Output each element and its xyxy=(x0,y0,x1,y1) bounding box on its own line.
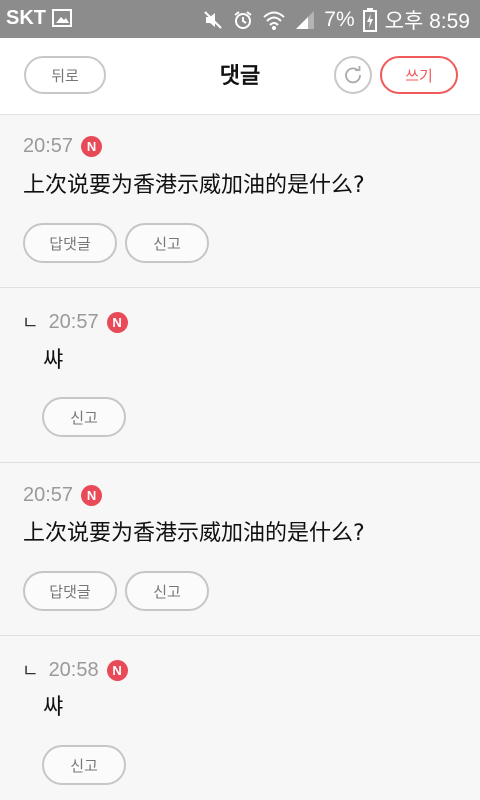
app-bar: 뒤로 댓글 쓰기 xyxy=(0,38,480,115)
refresh-button[interactable] xyxy=(334,56,372,94)
comment-meta: ㄴ 20:58 N xyxy=(22,657,128,683)
battery-percent: 7% xyxy=(324,8,355,31)
write-button[interactable]: 쓰기 xyxy=(380,56,458,94)
comment-text: 上次说要为香港示威加油的是什么? xyxy=(23,521,365,546)
new-badge: N xyxy=(81,485,103,506)
reply-indicator-icon: ㄴ xyxy=(22,661,39,681)
reply-button[interactable]: 답댓글 xyxy=(23,571,117,611)
refresh-icon xyxy=(345,66,361,84)
wifi-icon xyxy=(262,9,286,31)
comment-time: 20:57 xyxy=(48,310,99,333)
new-badge: N xyxy=(106,659,128,681)
comment-time: 20:57 xyxy=(23,135,74,157)
new-badge: N xyxy=(81,136,103,157)
mute-icon xyxy=(202,9,224,31)
reply-button[interactable]: 답댓글 xyxy=(23,223,117,263)
report-button[interactable]: 신고 xyxy=(125,223,209,263)
comment-time: 20:58 xyxy=(48,658,99,681)
reply-comment-item: ㄴ 20:58 N 쌰 신고 xyxy=(0,636,480,800)
comment-meta: 20:57 N xyxy=(23,484,103,507)
report-button[interactable]: 신고 xyxy=(42,397,126,437)
comment-time: 20:57 xyxy=(23,484,74,506)
report-button[interactable]: 신고 xyxy=(42,745,126,785)
report-button[interactable]: 신고 xyxy=(125,571,209,611)
new-badge: N xyxy=(106,311,128,333)
battery-charging-icon xyxy=(362,8,377,32)
reply-indicator-icon: ㄴ xyxy=(22,313,39,333)
comment-text: 쌰 xyxy=(43,348,64,373)
comment-text: 쌰 xyxy=(43,695,64,720)
status-bar: SKT 7% 오후 8:59 xyxy=(0,0,480,38)
comment-item: 20:57 N 上次说要为香港示威加油的是什么? 답댓글 신고 xyxy=(0,463,480,636)
alarm-icon xyxy=(232,9,254,31)
clock: 오후 8:59 xyxy=(384,10,470,33)
comment-meta: ㄴ 20:57 N xyxy=(22,309,128,335)
comment-meta: 20:57 N xyxy=(23,135,103,158)
carrier-label: SKT xyxy=(6,7,46,29)
gallery-icon xyxy=(52,9,72,32)
reply-comment-item: ㄴ 20:57 N 쌰 신고 xyxy=(0,288,480,463)
comment-item: 20:57 N 上次说要为香港示威加油的是什么? 답댓글 신고 xyxy=(0,115,480,288)
signal-icon xyxy=(294,9,316,31)
comment-text: 上次说要为香港示威加油的是什么? xyxy=(23,173,365,198)
